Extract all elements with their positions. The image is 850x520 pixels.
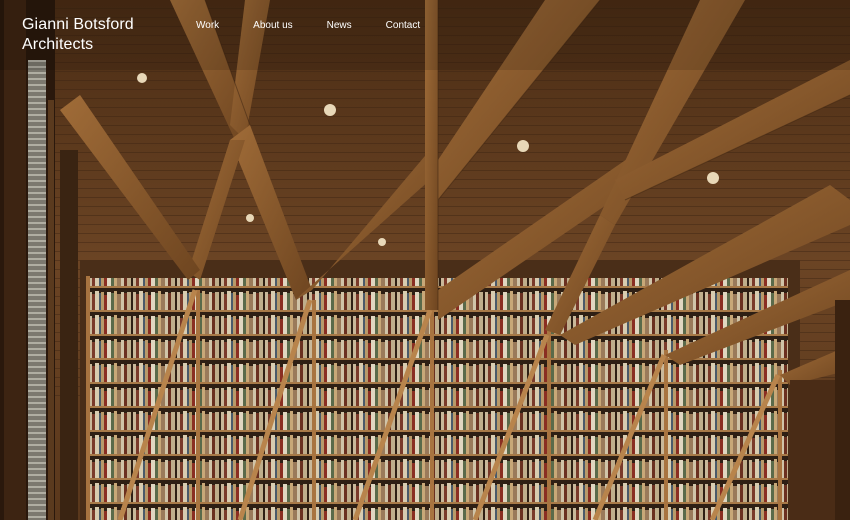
nav-item-contact[interactable]: Contact xyxy=(386,19,420,33)
site-header: Gianni Botsford Architects Work About us… xyxy=(0,0,850,70)
nav-item-news[interactable]: News xyxy=(327,19,352,33)
nav-item-work[interactable]: Work xyxy=(196,19,219,33)
main-nav: Work About us News Contact xyxy=(196,19,454,33)
brand-logo-link[interactable]: Gianni Botsford Architects xyxy=(22,15,182,55)
hero-photo xyxy=(0,0,850,520)
brand-name-line2: Architects xyxy=(22,36,94,53)
nav-item-about-us[interactable]: About us xyxy=(253,19,292,33)
brand-name-line1: Gianni Botsford xyxy=(22,16,134,33)
hero-image xyxy=(0,0,850,520)
